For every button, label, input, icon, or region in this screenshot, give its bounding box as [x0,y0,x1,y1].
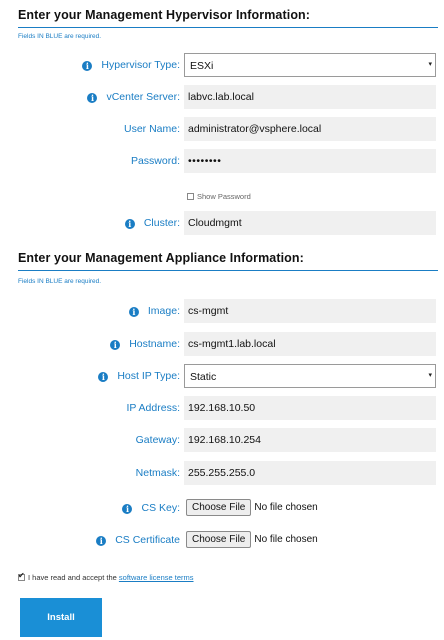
install-button[interactable]: Install [20,598,102,637]
hypervisor-type-row: i Hypervisor Type: ESXi ▾ [0,53,444,77]
license-terms-link[interactable]: software license terms [119,573,194,582]
hypervisor-section-divider [18,27,438,28]
license-agreement: I have read and accept the software lice… [18,571,194,582]
hypervisor-section-title: Enter your Management Hypervisor Informa… [18,8,311,22]
vcenter-server-input[interactable]: labvc.lab.local [184,85,436,109]
hostname-row: i Hostname: cs-mgmt1.lab.local [0,332,444,356]
cs-certificate-file-status: No file chosen [254,534,318,546]
gateway-label: Gateway: [135,434,180,446]
cs-key-file-status: No file chosen [254,502,318,514]
caret-down-icon: ▾ [428,61,432,68]
image-row: i Image: cs-mgmt [0,299,444,323]
password-row: Password: •••••••• [0,149,444,173]
cs-key-label: CS Key: [141,502,180,514]
cluster-row: i Cluster: Cloudmgmt [0,211,444,235]
ip-address-row: IP Address: 192.168.10.50 [0,396,444,420]
ip-address-input[interactable]: 192.168.10.50 [184,396,436,420]
caret-down-icon: ▾ [428,372,432,379]
host-ip-type-row: i Host IP Type: Static ▾ [0,364,444,388]
netmask-input[interactable]: 255.255.255.0 [184,461,436,485]
license-text: I have read and accept the [28,573,119,582]
password-label: Password: [130,155,180,167]
netmask-row: Netmask: 255.255.255.0 [0,461,444,485]
image-input[interactable]: cs-mgmt [184,299,436,323]
hypervisor-type-select[interactable]: ESXi ▾ [184,53,436,77]
appliance-section-divider [18,270,438,271]
cluster-label: Cluster: [143,217,180,229]
checkbox-icon[interactable] [187,192,194,200]
vcenter-server-label: vCenter Server: [106,91,180,103]
license-checkbox[interactable] [18,571,25,581]
netmask-label: Netmask: [135,467,180,479]
info-icon[interactable]: i [122,504,133,514]
cs-key-file-input: Choose File No file chosen [184,496,436,520]
info-icon[interactable]: i [124,219,135,229]
info-icon[interactable]: i [96,536,107,546]
user-name-input[interactable]: administrator@vsphere.local [184,117,436,141]
show-password-toggle[interactable]: Show Password [187,192,251,201]
vcenter-server-row: i vCenter Server: labvc.lab.local [0,85,444,109]
hostname-label: Hostname: [129,338,180,350]
gateway-row: Gateway: 192.168.10.254 [0,428,444,452]
password-input[interactable]: •••••••• [184,149,436,173]
cs-certificate-label: CS Certificate [115,534,180,546]
cs-certificate-choose-file-button[interactable]: Choose File [186,530,252,548]
cluster-input[interactable]: Cloudmgmt [184,211,436,235]
cs-key-choose-file-button[interactable]: Choose File [186,498,252,516]
cs-certificate-row: i CS Certificate Choose File No file chose… [0,528,444,552]
host-ip-type-select[interactable]: Static ▾ [184,364,436,388]
info-icon[interactable]: i [128,307,139,317]
host-ip-type-label: Host IP Type: [117,370,180,382]
info-icon[interactable]: i [110,340,121,350]
ip-address-label: IP Address: [126,402,180,414]
user-name-row: User Name: administrator@vsphere.local [0,117,444,141]
cs-certificate-file-input: Choose File No file chosen [184,528,436,552]
info-icon[interactable]: i [98,372,109,382]
show-password-label: Show Password [197,192,251,201]
hostname-input[interactable]: cs-mgmt1.lab.local [184,332,436,356]
image-label: Image: [147,305,180,317]
user-name-label: User Name: [123,123,180,135]
gateway-input[interactable]: 192.168.10.254 [184,428,436,452]
info-icon[interactable]: i [82,61,93,71]
appliance-section-title: Enter your Management Appliance Informat… [18,251,304,265]
cs-key-row: i CS Key: Choose File No file chosen [0,496,444,520]
appliance-required-note: Fields IN BLUE are required. [18,278,102,285]
hypervisor-type-label: Hypervisor Type: [101,59,180,71]
info-icon[interactable]: i [87,93,98,103]
hypervisor-required-note: Fields IN BLUE are required. [18,33,102,40]
